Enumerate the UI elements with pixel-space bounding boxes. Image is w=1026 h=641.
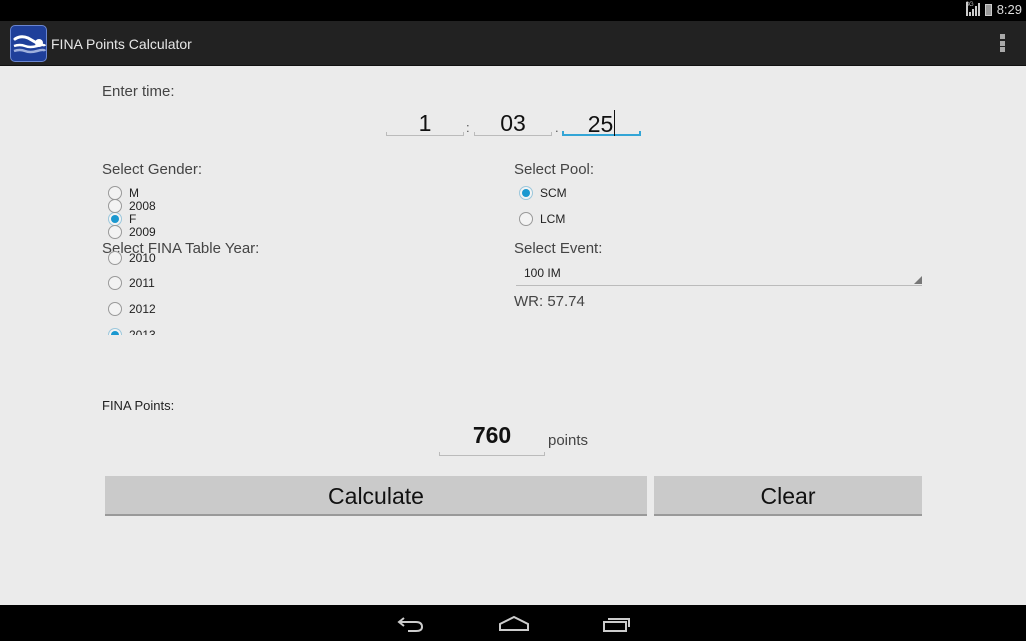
radio-label: 2011	[129, 276, 155, 291]
table-year-list[interactable]: 2008 2009 2010 2011 2012 2013	[108, 199, 408, 335]
pool-radio-scm[interactable]: SCM	[519, 186, 567, 200]
radio-button-icon	[108, 276, 122, 291]
clear-button[interactable]: Clear	[654, 476, 922, 516]
year-radio-2011[interactable]: 2011	[108, 276, 408, 291]
event-selected-value: 100 IM	[524, 266, 561, 280]
radio-label: 2010	[129, 250, 156, 265]
radio-button-icon	[108, 186, 122, 200]
fina-points-label: FINA Points:	[102, 398, 175, 413]
points-output: 760	[439, 422, 545, 456]
year-radio-2009[interactable]: 2009	[108, 224, 408, 239]
year-radio-2010[interactable]: 2010	[108, 250, 408, 265]
points-unit: points	[548, 432, 589, 449]
radio-label: LCM	[540, 212, 566, 226]
year-radio-2012[interactable]: 2012	[108, 302, 408, 317]
radio-label: 2009	[129, 224, 156, 239]
radio-button-icon	[108, 224, 122, 239]
radio-button-icon	[519, 212, 533, 226]
radio-button-icon	[108, 302, 122, 317]
radio-button-icon	[108, 199, 122, 213]
status-bar: 3G 8:29	[0, 0, 1026, 21]
radio-button-checked-icon	[519, 186, 533, 200]
signal-icon: 3G	[965, 1, 980, 17]
year-radio-2008[interactable]: 2008	[108, 199, 408, 213]
radio-label: 2008	[129, 199, 156, 213]
hundredths-value: 25	[587, 111, 614, 137]
event-label: Select Event:	[514, 240, 603, 257]
seconds-input[interactable]: 03	[474, 110, 552, 136]
clock: 8:29	[996, 2, 1022, 17]
network-type: 3G	[965, 1, 974, 16]
enter-time-label: Enter time:	[102, 83, 175, 100]
recent-apps-icon[interactable]	[602, 613, 632, 638]
swimmer-icon[interactable]	[10, 25, 47, 62]
radio-label: M	[129, 186, 139, 200]
calculate-button[interactable]: Calculate	[105, 476, 647, 516]
minutes-value: 1	[418, 110, 432, 136]
minutes-input[interactable]: 1	[386, 110, 464, 136]
radio-label: 2012	[129, 302, 156, 317]
radio-button-checked-icon	[108, 327, 122, 335]
dropdown-arrow-icon	[914, 276, 922, 284]
hundredths-input[interactable]: 25	[562, 110, 641, 137]
battery-icon	[984, 3, 992, 16]
radio-label: 2013	[129, 327, 156, 335]
pool-label: Select Pool:	[514, 161, 595, 178]
radio-button-icon	[108, 250, 122, 265]
back-icon[interactable]	[396, 613, 426, 638]
app-title: FINA Points Calculator	[51, 36, 192, 52]
pool-radio-lcm[interactable]: LCM	[519, 212, 565, 226]
world-record: WR: 57.74	[514, 293, 585, 310]
time-separator-dot: .	[555, 120, 559, 135]
action-bar: FINA Points Calculator	[0, 21, 1026, 66]
text-cursor	[614, 110, 616, 136]
event-dropdown[interactable]: 100 IM	[516, 262, 922, 286]
time-separator-colon: :	[466, 120, 470, 135]
radio-label: SCM	[540, 186, 567, 200]
home-icon[interactable]	[498, 613, 530, 638]
navigation-bar	[0, 605, 1026, 641]
year-radio-2013[interactable]: 2013	[108, 327, 408, 335]
points-value: 760	[472, 422, 512, 448]
overflow-menu-icon[interactable]	[1000, 34, 1006, 52]
seconds-value: 03	[500, 110, 526, 136]
calculator-form: Enter time: 1 : 03 . 25 Select Gender: M…	[0, 66, 1026, 605]
gender-radio-m[interactable]: M	[108, 186, 139, 200]
gender-label: Select Gender:	[102, 161, 203, 178]
